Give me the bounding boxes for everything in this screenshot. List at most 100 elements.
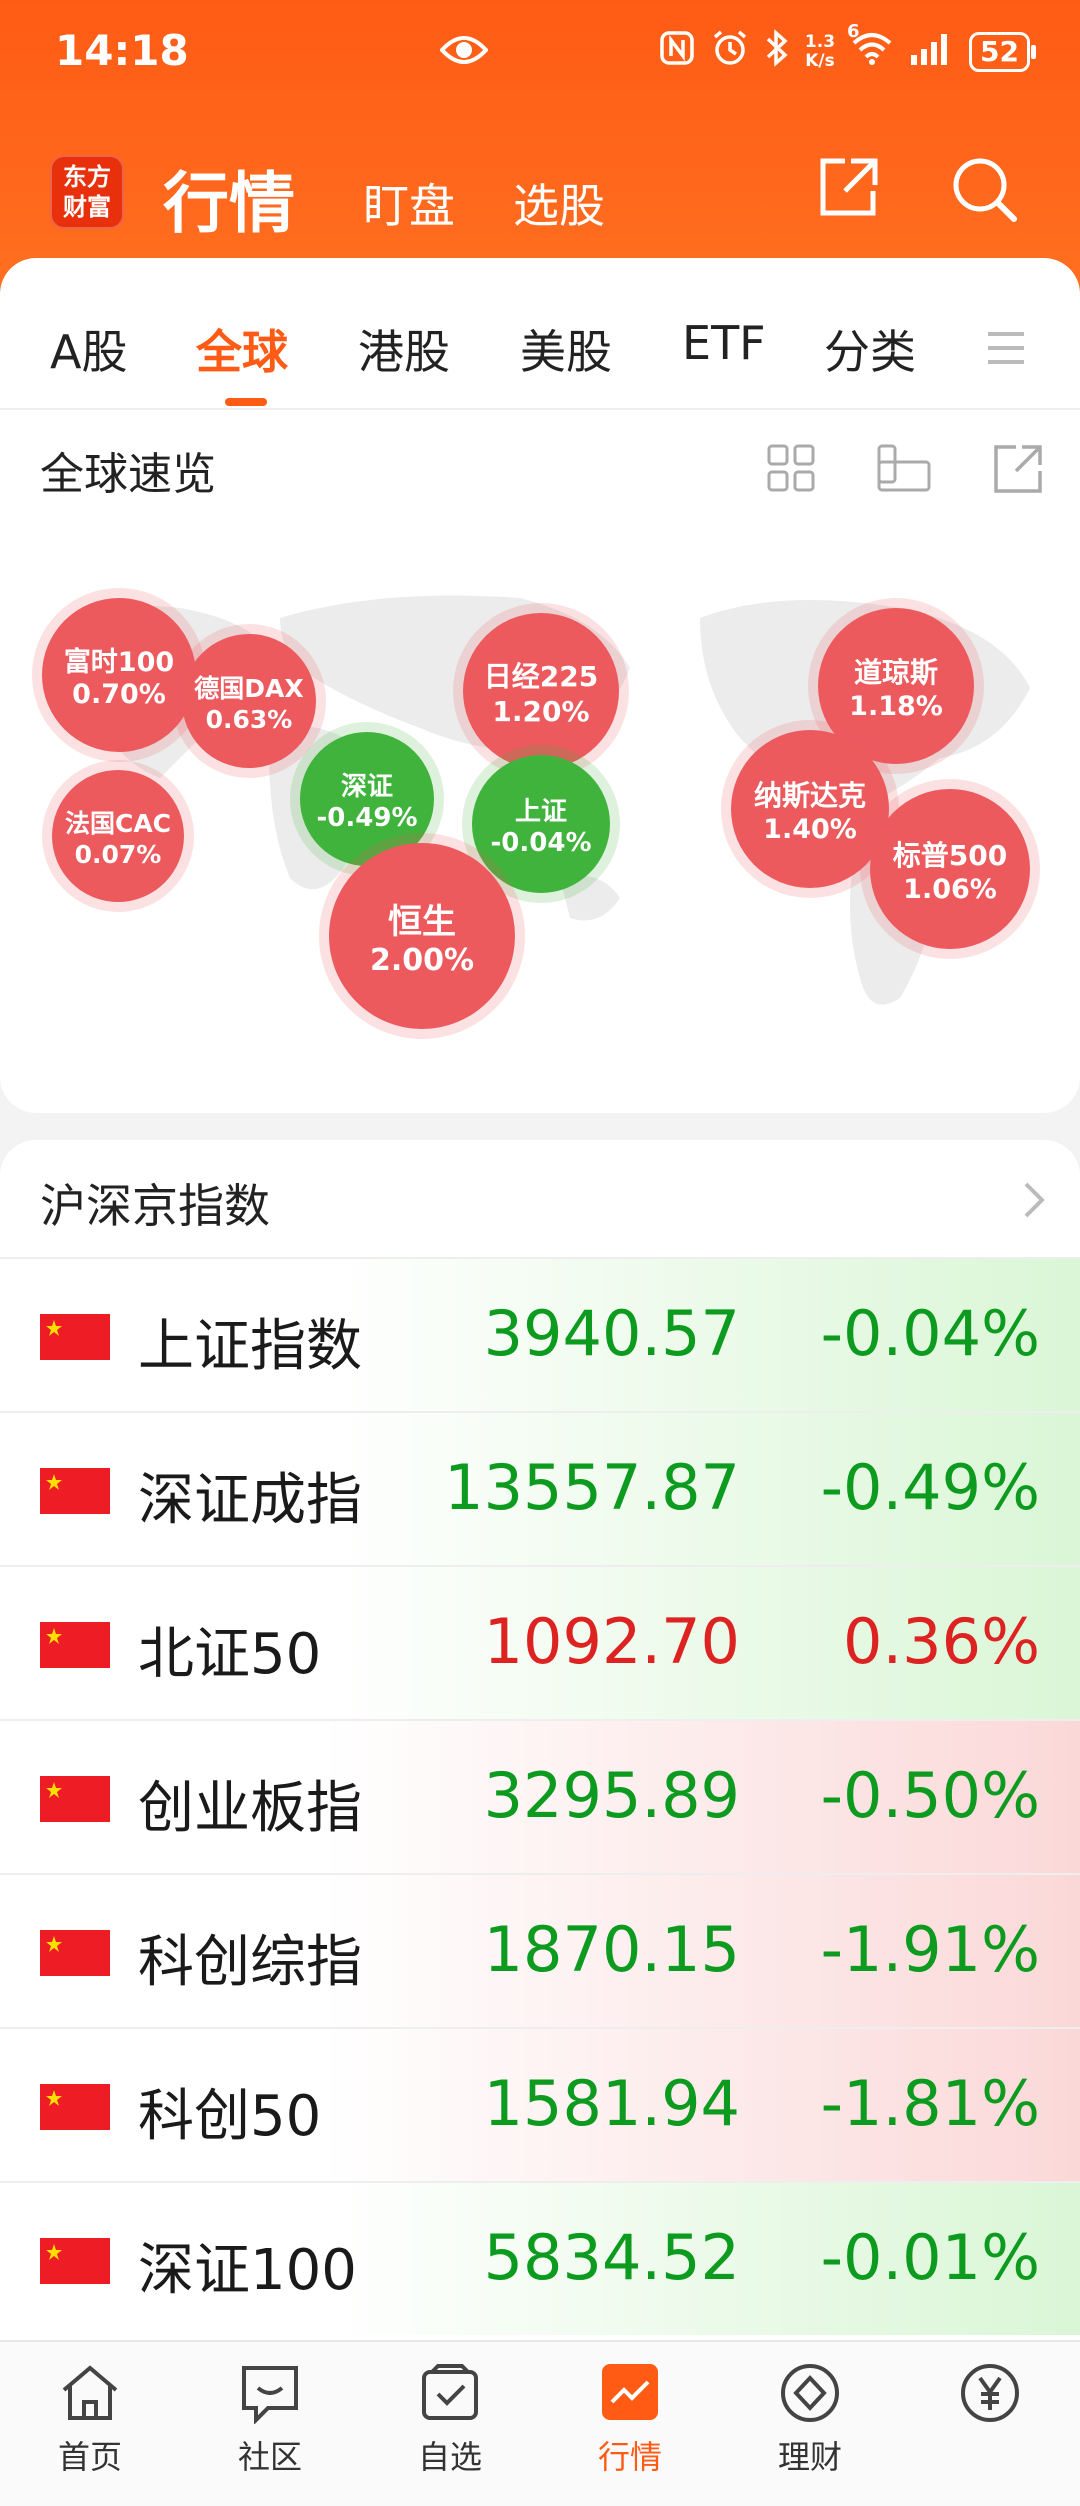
china-flag-icon — [40, 1622, 110, 1668]
nav-label: 首页 — [57, 2438, 122, 2476]
bubble-nikkei225[interactable]: 日经225 1.20% — [463, 613, 619, 769]
index-name: 科创综指 — [138, 1930, 362, 1995]
nav-watchlist[interactable]: 自选 — [375, 2362, 525, 2478]
bubble-name: 上证 — [514, 796, 567, 827]
index-change: -1.81% — [820, 2067, 1040, 2140]
bubble-change: 1.18% — [849, 690, 943, 722]
bubble-change: 1.40% — [763, 813, 857, 845]
index-list-card: 沪深京指数 上证指数 3940.57 -0.04% 深证成指 13557.87 … — [0, 1140, 1080, 2340]
market-tabs: A股 全球 港股 美股 ETF 分类 — [0, 258, 1080, 410]
nav-label: 理财 — [777, 2438, 842, 2476]
index-row-shanghai[interactable]: 上证指数 3940.57 -0.04% — [0, 1257, 1080, 1411]
bubble-name: 富时100 — [63, 647, 175, 678]
layout-icon[interactable] — [876, 443, 932, 497]
index-price: 13557.87 — [444, 1451, 740, 1524]
bubble-change: -0.04% — [490, 827, 592, 858]
index-row-bse50[interactable]: 北证50 1092.70 0.36% — [0, 1565, 1080, 1719]
bubble-shanghai[interactable]: 上证 -0.04% — [472, 755, 610, 893]
bubble-name: 标普500 — [892, 838, 1008, 872]
bubble-sp500[interactable]: 标普500 1.06% — [870, 789, 1030, 949]
nav-yuan[interactable] — [915, 2362, 1065, 2432]
nav-finance[interactable]: 理财 — [735, 2362, 885, 2478]
bubble-change: 0.07% — [74, 839, 162, 869]
market-card: A股 全球 港股 美股 ETF 分类 全球速览 富时100 0.70% 德国DA… — [0, 258, 1080, 1113]
index-name: 上证指数 — [138, 1314, 362, 1379]
status-icons: 1.3 K/s 6 52 — [659, 21, 1036, 78]
index-price: 1870.15 — [483, 1913, 740, 1986]
global-overview-title: 全球速览 — [40, 449, 216, 500]
index-change: 0.36% — [843, 1605, 1040, 1678]
bubble-change: 2.00% — [369, 943, 475, 978]
status-time: 14:18 — [55, 26, 189, 75]
bubble-cac[interactable]: 法国CAC 0.07% — [52, 770, 184, 902]
active-tab-indicator — [225, 398, 267, 406]
bubble-name: 德国DAX — [194, 673, 304, 703]
index-change: -0.49% — [820, 1451, 1040, 1524]
nfc-icon — [659, 30, 695, 74]
net-speed: 1.3 K/s — [805, 33, 835, 71]
china-flag-icon — [40, 1930, 110, 1976]
market-icon — [598, 2364, 662, 2428]
index-change: -0.50% — [820, 1759, 1040, 1832]
tab-global[interactable]: 全球 — [196, 316, 288, 382]
index-price: 1581.94 — [483, 2067, 740, 2140]
bubble-nasdaq[interactable]: 纳斯达克 1.40% — [731, 730, 889, 888]
bluetooth-icon — [765, 29, 789, 75]
bubble-dax[interactable]: 德国DAX 0.63% — [182, 634, 316, 768]
alarm-icon — [711, 29, 749, 75]
bubble-name: 日经225 — [483, 659, 599, 693]
chevron-right-icon[interactable] — [1022, 1180, 1046, 1224]
menu-icon[interactable] — [986, 328, 1026, 372]
app-header: 东方 财富 行情 盯盘 选股 — [0, 130, 1080, 250]
tab-etf[interactable]: ETF — [682, 316, 766, 370]
eye-icon — [439, 30, 489, 74]
bubble-change: -0.49% — [316, 802, 418, 833]
index-section-title: 沪深京指数 — [40, 1179, 270, 1233]
index-name: 深证成指 — [138, 1468, 362, 1533]
nav-home[interactable]: 首页 — [15, 2362, 165, 2478]
bubble-change: 1.06% — [903, 873, 997, 905]
index-price: 3295.89 — [483, 1759, 740, 1832]
nav-label: 自选 — [417, 2438, 482, 2476]
index-change: -0.04% — [820, 1297, 1040, 1370]
bubble-name: 法国CAC — [64, 808, 172, 838]
nav-community[interactable]: 社区 — [195, 2362, 345, 2478]
bubble-hangseng[interactable]: 恒生 2.00% — [329, 843, 515, 1029]
nav-market[interactable]: 行情 — [555, 2362, 705, 2478]
index-row-sz100[interactable]: 深证100 5834.52 -0.01% — [0, 2181, 1080, 2335]
logo-text-line1: 东方 — [63, 163, 111, 191]
index-rows: 上证指数 3940.57 -0.04% 深证成指 13557.87 -0.49%… — [0, 1257, 1080, 2335]
index-row-star-composite[interactable]: 科创综指 1870.15 -1.91% — [0, 1873, 1080, 2027]
china-flag-icon — [40, 1468, 110, 1514]
wifi-generation: 6 — [847, 21, 860, 42]
index-row-star50[interactable]: 科创50 1581.94 -1.81% — [0, 2027, 1080, 2181]
index-name: 科创50 — [138, 2084, 322, 2149]
app-logo: 东方 财富 — [50, 155, 124, 229]
share-icon[interactable] — [815, 155, 881, 225]
tab-category[interactable]: 分类 — [824, 316, 916, 382]
grid-icon[interactable] — [766, 443, 816, 497]
wifi-icon: 6 — [847, 21, 893, 73]
index-name: 深证100 — [138, 2238, 357, 2303]
bubble-name: 道琼斯 — [853, 655, 938, 689]
tab-a-shares[interactable]: A股 — [50, 316, 127, 382]
index-row-shenzhen[interactable]: 深证成指 13557.87 -0.49% — [0, 1411, 1080, 1565]
bubble-ftse100[interactable]: 富时100 0.70% — [42, 598, 196, 752]
index-price: 1092.70 — [483, 1605, 740, 1678]
tab-us-shares[interactable]: 美股 — [520, 316, 612, 382]
header-title[interactable]: 行情 — [163, 150, 295, 246]
search-icon[interactable] — [950, 155, 1020, 229]
nav-label: 社区 — [237, 2438, 302, 2476]
index-row-chinext[interactable]: 创业板指 3295.89 -0.50% — [0, 1719, 1080, 1873]
share-icon[interactable] — [992, 443, 1044, 499]
bubble-name: 深证 — [340, 771, 393, 802]
header-tab-watch[interactable]: 盯盘 — [363, 170, 455, 236]
home-icon — [58, 2365, 122, 2428]
header-tab-pick[interactable]: 选股 — [513, 170, 605, 236]
china-flag-icon — [40, 2084, 110, 2130]
china-flag-icon — [40, 1776, 110, 1822]
net-speed-unit: K/s — [805, 51, 835, 71]
bubble-change: 0.63% — [205, 704, 293, 734]
tab-hk-shares[interactable]: 港股 — [358, 316, 450, 382]
china-flag-icon — [40, 2238, 110, 2284]
